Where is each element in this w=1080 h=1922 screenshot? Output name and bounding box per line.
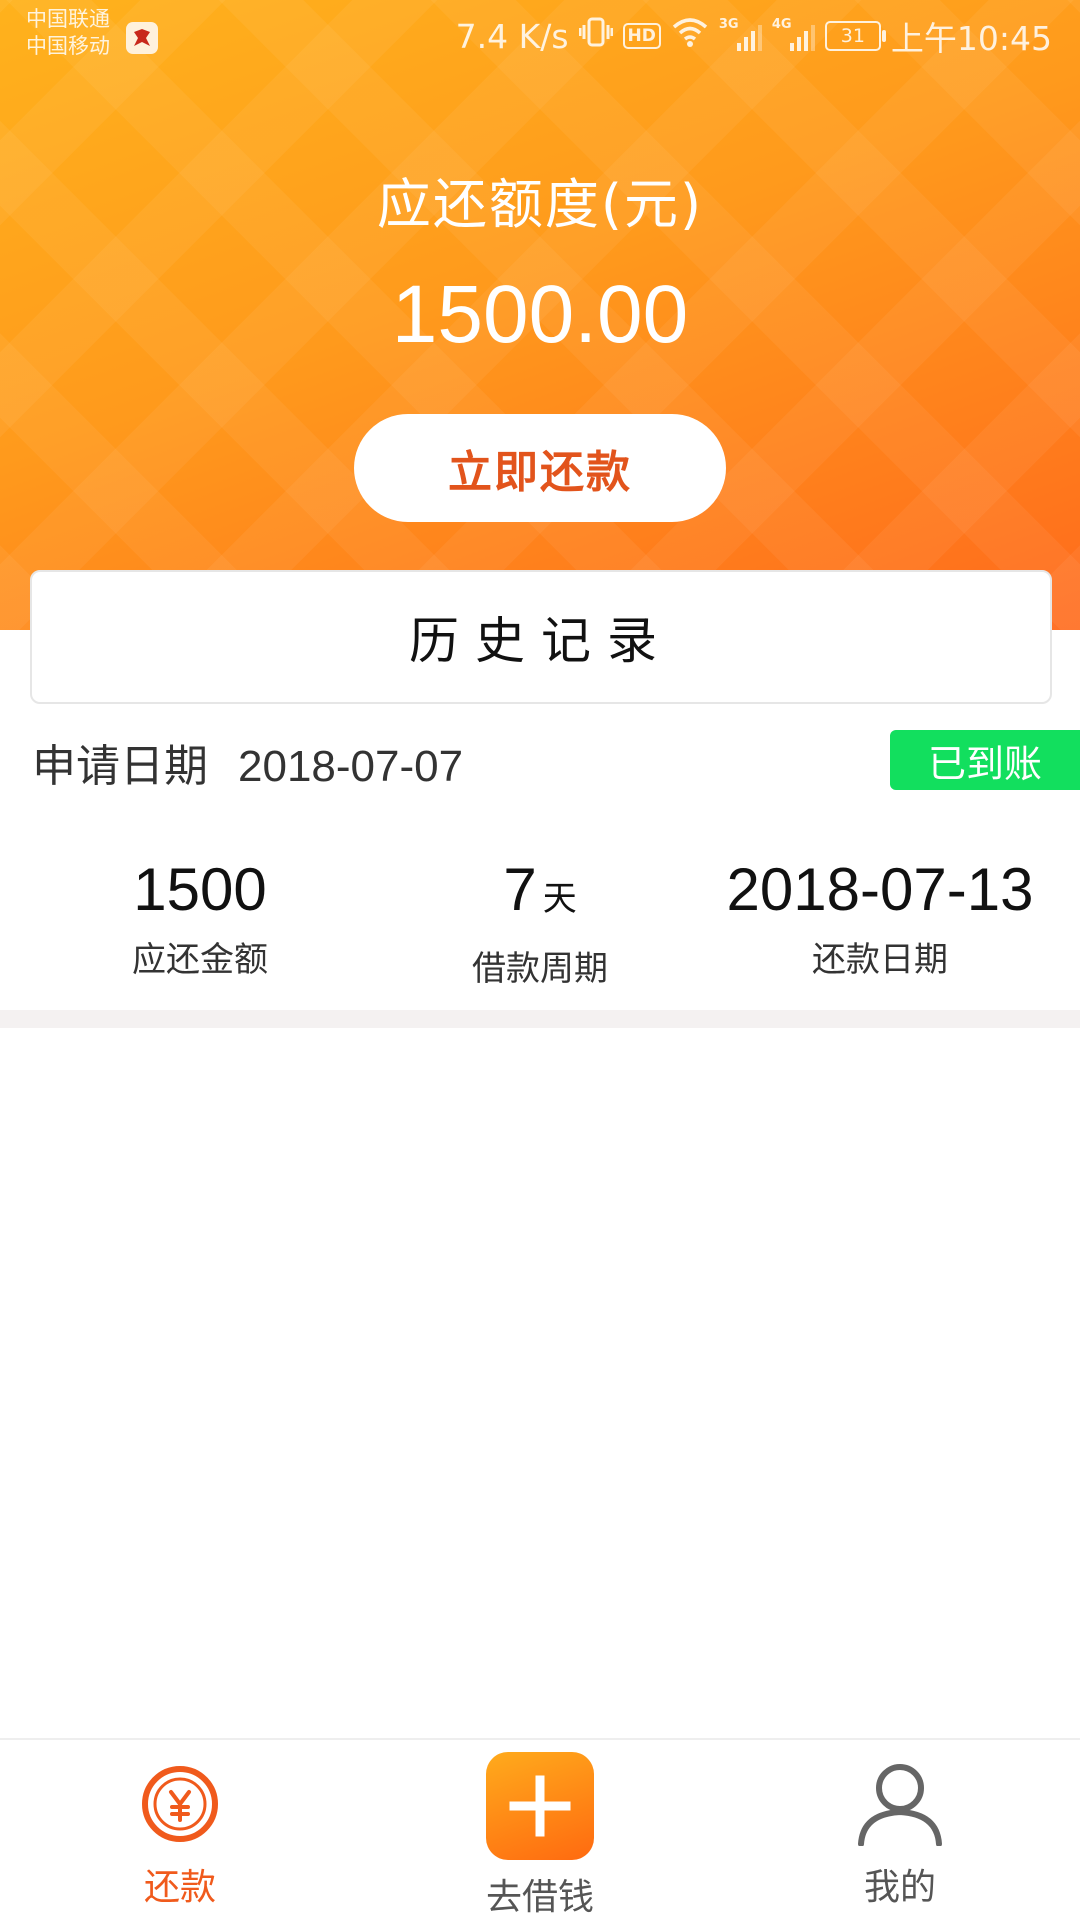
apply-date-value: 2018-07-07 <box>238 742 464 791</box>
nav-item-repay[interactable]: 还款 <box>100 1740 260 1922</box>
carrier-name-1: 中国联通 <box>26 7 110 31</box>
nav-item-borrow[interactable]: 去借钱 <box>460 1740 620 1922</box>
vibrate-icon <box>578 15 614 57</box>
network-type-2: 4G <box>771 17 792 32</box>
carrier-info: 中国联通 中国移动 <box>26 6 110 60</box>
apply-date-label: 申请日期 <box>32 741 208 792</box>
stat-loan-period-unit: 天 <box>542 879 577 919</box>
stat-repay-date: 2018-07-13 还款日期 <box>710 852 1050 981</box>
amount-due-value: 1500.00 <box>391 269 689 360</box>
nav-item-mine[interactable]: 我的 <box>820 1740 980 1922</box>
plus-icon <box>486 1752 594 1860</box>
stat-repay-date-label: 还款日期 <box>812 940 948 980</box>
repay-now-button[interactable]: 立即还款 <box>354 414 726 522</box>
nav-label-repay: 还款 <box>143 1867 216 1908</box>
nav-label-mine: 我的 <box>863 1867 936 1908</box>
amount-due-title: 应还额度(元) <box>376 173 704 236</box>
battery-icon: 31 <box>824 21 886 51</box>
nav-label-borrow: 去借钱 <box>485 1877 594 1918</box>
network-speed: 7.4 K/s <box>455 16 569 56</box>
wifi-icon <box>671 16 709 56</box>
app-notification-icon <box>126 22 158 54</box>
carrier-name-2: 中国移动 <box>26 34 110 58</box>
clock: 上午10:45 <box>890 19 1052 58</box>
status-badge: 已到账 <box>890 730 1080 790</box>
stat-amount-due-label: 应还金额 <box>132 940 268 980</box>
stat-loan-period-label: 借款周期 <box>472 949 608 989</box>
user-icon <box>858 1764 942 1846</box>
stat-amount-due: 1500 应还金额 <box>30 852 370 981</box>
hd-badge: HD <box>622 23 661 49</box>
history-records-button[interactable]: 历史记录 <box>30 570 1052 704</box>
status-bar: 中国联通 中国移动 7.4 K/s HD 3G 4G 31 上午10:45 <box>0 0 1080 72</box>
stat-repay-date-value: 2018-07-13 <box>726 856 1034 923</box>
header-banner: 中国联通 中国移动 7.4 K/s HD 3G 4G 31 上午10:45 应还… <box>0 0 1080 630</box>
signal-icon-2: 4G <box>772 17 815 51</box>
stat-loan-period: 7天 借款周期 <box>370 852 710 990</box>
stat-loan-period-value: 7 <box>503 856 537 923</box>
apply-date-row: 申请日期 2018-07-07 <box>32 730 463 794</box>
bottom-nav: 还款 去借钱 我的 <box>0 1738 1080 1922</box>
network-type-1: 3G <box>718 17 739 32</box>
yuan-circle-icon <box>142 1766 218 1842</box>
history-records-label: 历史记录 <box>409 612 673 670</box>
signal-icon-1: 3G <box>719 17 762 51</box>
section-divider <box>0 1010 1080 1028</box>
status-icons: 7.4 K/s HD 3G 4G 31 上午10:45 <box>455 14 1052 59</box>
stat-amount-due-value: 1500 <box>133 856 267 923</box>
loan-stats: 1500 应还金额 7天 借款周期 2018-07-13 还款日期 <box>0 852 1080 989</box>
